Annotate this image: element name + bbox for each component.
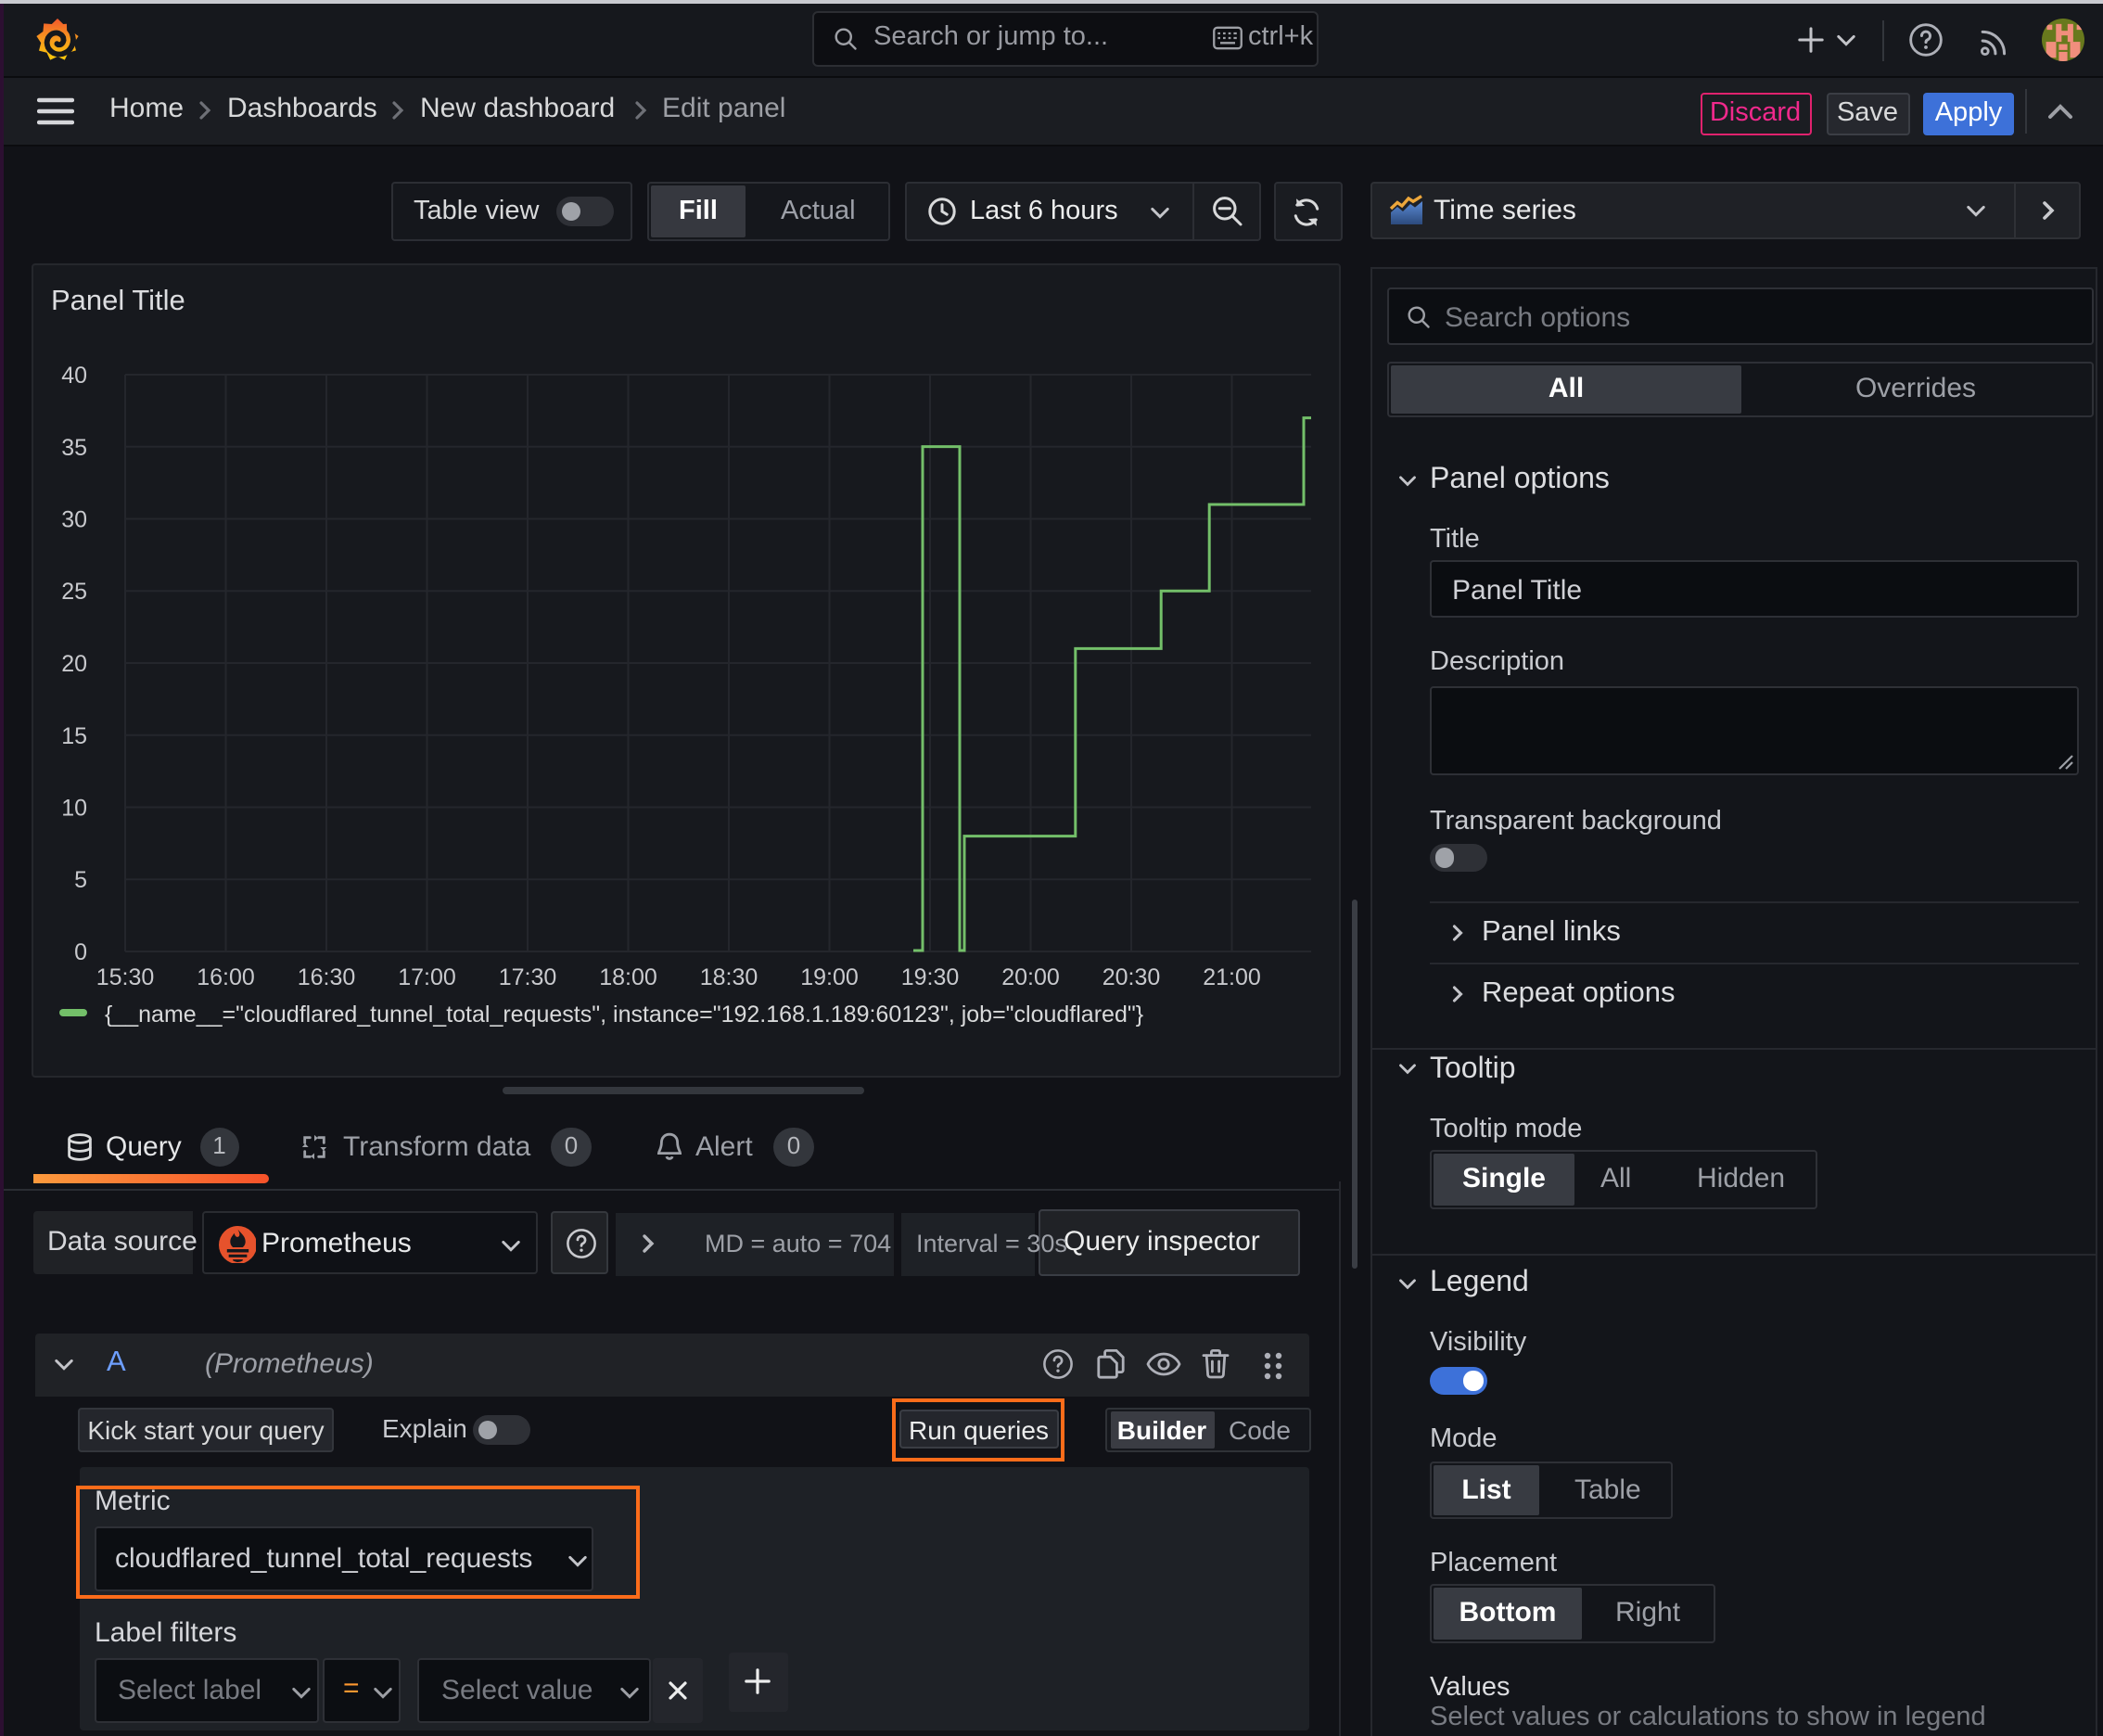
svg-text:16:30: 16:30 <box>297 964 355 989</box>
svg-text:20: 20 <box>60 650 86 676</box>
svg-text:19:00: 19:00 <box>799 964 858 989</box>
svg-text:19:30: 19:30 <box>900 964 959 989</box>
svg-text:15:30: 15:30 <box>96 964 154 989</box>
svg-text:30: 30 <box>60 506 86 532</box>
svg-text:17:00: 17:00 <box>397 964 455 989</box>
svg-text:21:00: 21:00 <box>1202 964 1260 989</box>
svg-text:5: 5 <box>73 866 86 892</box>
svg-text:40: 40 <box>60 362 86 388</box>
svg-text:18:00: 18:00 <box>598 964 656 989</box>
svg-text:15: 15 <box>60 722 86 748</box>
svg-text:18:30: 18:30 <box>699 964 758 989</box>
svg-text:20:00: 20:00 <box>1001 964 1059 989</box>
svg-text:0: 0 <box>73 938 86 964</box>
svg-text:16:00: 16:00 <box>196 964 254 989</box>
svg-text:20:30: 20:30 <box>1102 964 1160 989</box>
svg-text:25: 25 <box>60 578 86 604</box>
svg-text:{__name__="cloudflared_tunnel_: {__name__="cloudflared_tunnel_total_requ… <box>104 1001 1142 1027</box>
svg-text:35: 35 <box>60 434 86 460</box>
svg-text:10: 10 <box>60 795 86 821</box>
svg-text:17:30: 17:30 <box>498 964 556 989</box>
